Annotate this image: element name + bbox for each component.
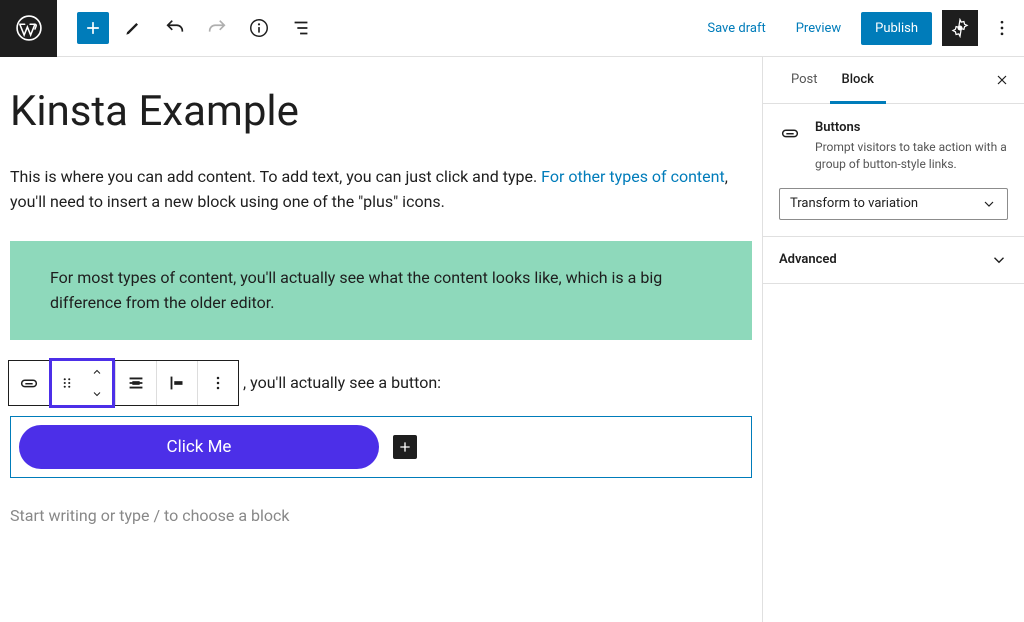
redo-icon bbox=[206, 17, 228, 39]
editor-canvas[interactable]: Kinsta Example This is where you can add… bbox=[0, 57, 762, 622]
info-icon bbox=[248, 17, 270, 39]
tab-block[interactable]: Block bbox=[830, 58, 886, 104]
topbar-left-group bbox=[57, 10, 319, 46]
add-block-button[interactable] bbox=[77, 12, 109, 44]
chevron-down-icon bbox=[990, 251, 1008, 269]
paragraph-block[interactable]: This is where you can add content. To ad… bbox=[10, 165, 752, 215]
plus-icon bbox=[397, 439, 413, 455]
info-button[interactable] bbox=[241, 10, 277, 46]
redo-button[interactable] bbox=[199, 10, 235, 46]
trailing-paragraph-text: , you'll actually see a button: bbox=[243, 373, 441, 392]
buttons-block-icon bbox=[18, 372, 40, 394]
transform-select-label: Transform to variation bbox=[790, 196, 918, 211]
settings-button[interactable] bbox=[942, 10, 978, 46]
buttons-block[interactable]: Click Me bbox=[10, 416, 752, 478]
topbar-right-group: Save draft Preview Publish bbox=[697, 10, 1024, 46]
chevron-up-icon bbox=[89, 366, 105, 378]
sidebar-tabs: Post Block bbox=[763, 57, 1024, 104]
block-info-panel: Buttons Prompt visitors to take action w… bbox=[763, 104, 1024, 237]
justify-icon bbox=[125, 372, 147, 394]
pencil-icon bbox=[123, 18, 143, 38]
block-toolbar bbox=[8, 360, 239, 406]
block-movers bbox=[82, 361, 112, 405]
edit-mode-button[interactable] bbox=[115, 10, 151, 46]
block-description: Prompt visitors to take action with a gr… bbox=[815, 139, 1008, 174]
drag-handle[interactable] bbox=[52, 361, 82, 405]
list-icon bbox=[290, 17, 312, 39]
wordpress-logo[interactable] bbox=[0, 0, 57, 57]
undo-button[interactable] bbox=[157, 10, 193, 46]
close-sidebar-button[interactable] bbox=[986, 64, 1018, 96]
block-type-button[interactable] bbox=[9, 361, 49, 405]
close-icon bbox=[994, 72, 1010, 88]
move-down-button[interactable] bbox=[82, 383, 112, 405]
more-options-button[interactable] bbox=[988, 10, 1016, 46]
advanced-panel-title: Advanced bbox=[779, 252, 837, 267]
paragraph-link[interactable]: For other types of content bbox=[541, 167, 725, 186]
advanced-panel[interactable]: Advanced bbox=[763, 237, 1024, 284]
move-up-button[interactable] bbox=[82, 361, 112, 383]
buttons-block-icon bbox=[779, 122, 801, 144]
undo-icon bbox=[164, 17, 186, 39]
highlighted-paragraph-block[interactable]: For most types of content, you'll actual… bbox=[10, 241, 752, 340]
post-title[interactable]: Kinsta Example bbox=[10, 89, 752, 135]
gear-icon bbox=[950, 18, 970, 38]
outline-button[interactable] bbox=[283, 10, 319, 46]
preview-link[interactable]: Preview bbox=[786, 15, 851, 42]
drag-icon bbox=[58, 374, 76, 392]
save-draft-link[interactable]: Save draft bbox=[697, 15, 775, 42]
add-button-inline[interactable] bbox=[393, 435, 417, 459]
publish-button[interactable]: Publish bbox=[861, 12, 932, 45]
button-element[interactable]: Click Me bbox=[19, 425, 379, 469]
align-button[interactable] bbox=[157, 361, 197, 405]
block-title: Buttons bbox=[815, 120, 1008, 135]
paragraph-text: This is where you can add content. To ad… bbox=[10, 167, 541, 186]
vertical-dots-icon bbox=[208, 373, 228, 393]
wordpress-icon bbox=[16, 15, 42, 41]
settings-sidebar: Post Block Buttons Prompt visitors to ta… bbox=[762, 57, 1024, 622]
vertical-dots-icon bbox=[992, 18, 1012, 38]
plus-icon bbox=[83, 18, 103, 38]
chevron-down-icon bbox=[981, 196, 997, 212]
transform-select[interactable]: Transform to variation bbox=[779, 188, 1008, 220]
align-left-icon bbox=[166, 372, 188, 394]
justify-button[interactable] bbox=[116, 361, 156, 405]
chevron-down-icon bbox=[89, 388, 105, 400]
tab-post[interactable]: Post bbox=[779, 58, 830, 104]
default-block-appender[interactable]: Start writing or type / to choose a bloc… bbox=[10, 506, 752, 525]
block-more-button[interactable] bbox=[198, 361, 238, 405]
block-type-icon bbox=[779, 122, 801, 144]
block-toolbar-row: , you'll actually see a button: bbox=[10, 360, 752, 406]
editor-topbar: Save draft Preview Publish bbox=[0, 0, 1024, 57]
